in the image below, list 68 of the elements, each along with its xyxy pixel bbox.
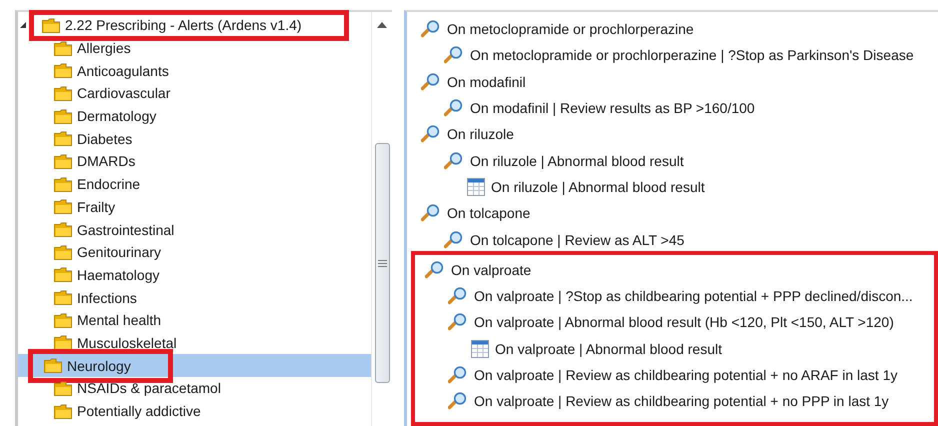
tree-item[interactable]: Allergies — [44, 36, 145, 60]
grip-icon — [378, 260, 386, 266]
scrollbar-thumb[interactable] — [374, 143, 390, 383]
magnifier-icon — [421, 204, 441, 222]
tree-item[interactable]: Endocrine — [44, 172, 154, 196]
scrollbar[interactable] — [371, 12, 392, 426]
folder-icon — [42, 18, 60, 33]
tree-item[interactable]: Frailty — [44, 196, 130, 218]
folder-icon — [54, 267, 72, 282]
tree-item[interactable]: Haematology — [44, 264, 174, 286]
tree-item[interactable]: 2.22 Prescribing - Alerts (Ardens v1.4) — [31, 12, 347, 39]
tree-item[interactable]: Diabetes — [44, 127, 146, 150]
tree-item[interactable]: On metoclopramide or prochlorperazine — [421, 16, 938, 42]
expanded-arrow-icon[interactable] — [20, 22, 26, 28]
magnifier-icon — [444, 152, 464, 170]
folder-icon — [44, 358, 62, 374]
tree-item[interactable]: Gastrointestinal — [44, 218, 188, 241]
folder-icon — [54, 404, 72, 419]
tree-item[interactable]: On valproate | Abnormal blood result (Hb <120, Plt <150, ALT >120) — [425, 309, 934, 336]
tree-item[interactable]: On valproate — [425, 256, 934, 283]
tree-item[interactable]: On valproate | Review as childbearing potential + no ARAF in last 1y — [425, 362, 934, 388]
scroll-up-arrow-icon[interactable] — [377, 22, 387, 28]
folder-icon — [54, 86, 72, 101]
table-icon — [471, 340, 489, 358]
folder-icon — [54, 290, 72, 306]
magnifier-icon — [448, 366, 468, 384]
magnifier-icon — [444, 46, 464, 64]
magnifier-icon — [448, 287, 468, 306]
folder-icon — [54, 176, 72, 192]
tree-item[interactable]: Dermatology — [44, 104, 170, 128]
tree-item[interactable]: Infections — [44, 286, 151, 309]
table-icon — [467, 178, 485, 196]
tree-item[interactable]: On metoclopramide or prochlorperazine | ?Stop as Parkinson's Disease — [421, 42, 938, 69]
folder-icon — [54, 131, 72, 146]
tree-item[interactable]: On tolcapone | Review as ALT >45 — [421, 226, 938, 253]
magnifier-icon — [421, 72, 441, 91]
folder-icon — [54, 108, 72, 124]
folder-icon — [54, 244, 72, 260]
tree-item[interactable]: On riluzole — [421, 121, 938, 148]
tree-item[interactable]: On tolcapone — [421, 200, 938, 226]
folder-icon — [54, 199, 72, 214]
tree-item[interactable]: Potentially addictive — [44, 400, 215, 422]
tree-item[interactable]: Anticoagulants — [44, 59, 183, 82]
tree-item[interactable]: Genitourinary — [44, 240, 176, 264]
tree-item[interactable]: On valproate | ?Stop as childbearing potential + PPP declined/discon... — [425, 282, 934, 310]
folder-icon — [54, 380, 72, 396]
tree-item[interactable]: On riluzole | Abnormal blood result — [421, 174, 938, 200]
magnifier-icon — [425, 260, 445, 279]
tree-item[interactable]: DMARDs — [44, 150, 150, 173]
tree-item[interactable]: Cardiovascular — [44, 82, 184, 105]
magnifier-icon — [448, 392, 468, 410]
folder-icon — [54, 335, 72, 350]
tree-item[interactable]: Mental health — [44, 308, 176, 332]
folder-icon — [54, 222, 72, 238]
tree-item[interactable]: On riluzole | Abnormal blood result — [421, 147, 938, 174]
tree-item[interactable]: On modafinil | Review results as BP >160/100 — [421, 94, 938, 122]
tree-item[interactable]: On modafinil — [421, 68, 938, 95]
folder-icon — [54, 40, 72, 56]
folder-icon — [54, 63, 72, 78]
folder-icon — [54, 312, 72, 328]
tree-item[interactable]: On valproate | Abnormal blood result — [425, 336, 934, 362]
magnifier-icon — [421, 20, 441, 38]
tree-item[interactable]: On valproate | Review as childbearing potential + no PPP in last 1y — [425, 388, 934, 414]
magnifier-icon — [444, 230, 464, 249]
magnifier-icon — [421, 125, 441, 144]
folder-icon — [54, 154, 72, 169]
magnifier-icon — [444, 99, 464, 118]
magnifier-icon — [448, 313, 468, 332]
